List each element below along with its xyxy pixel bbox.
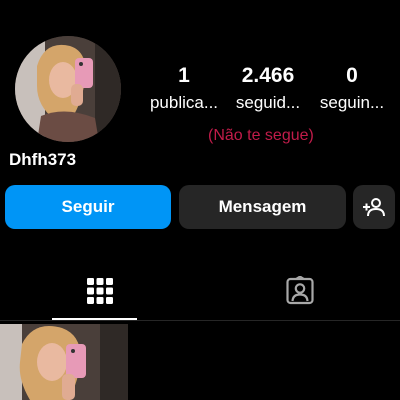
followers-stat[interactable]: 2.466 seguid...: [225, 62, 311, 116]
following-count: 0: [346, 64, 358, 87]
follow-button[interactable]: Seguir: [5, 185, 171, 229]
post-photo: [0, 324, 128, 400]
profile-page: 1 publica... 2.466 seguid... 0 seguin...…: [0, 0, 400, 400]
add-person-icon: [363, 198, 385, 217]
profile-tabs: [0, 262, 400, 322]
posts-label: publica...: [149, 93, 219, 112]
following-stat[interactable]: 0 seguin...: [309, 62, 395, 116]
suggested-accounts-button[interactable]: [353, 185, 395, 229]
post-thumbnail[interactable]: [0, 324, 128, 400]
followers-label: seguid...: [235, 93, 301, 112]
tab-divider: [0, 320, 400, 321]
followers-count: 2.466: [241, 64, 295, 87]
profile-avatar[interactable]: [15, 36, 121, 142]
tab-tagged[interactable]: [200, 262, 400, 320]
follows-you-status: (Não te segue): [208, 127, 314, 144]
profile-username: Dhfh373: [9, 150, 77, 169]
following-label: seguin...: [319, 93, 385, 112]
message-button[interactable]: Mensagem: [179, 185, 346, 229]
posts-count: 1: [178, 64, 190, 87]
grid-icon: [87, 278, 113, 304]
tab-posts-grid[interactable]: [0, 262, 200, 320]
avatar-photo: [15, 36, 121, 142]
posts-stat[interactable]: 1 publica...: [141, 62, 227, 116]
tagged-icon: [286, 276, 314, 305]
